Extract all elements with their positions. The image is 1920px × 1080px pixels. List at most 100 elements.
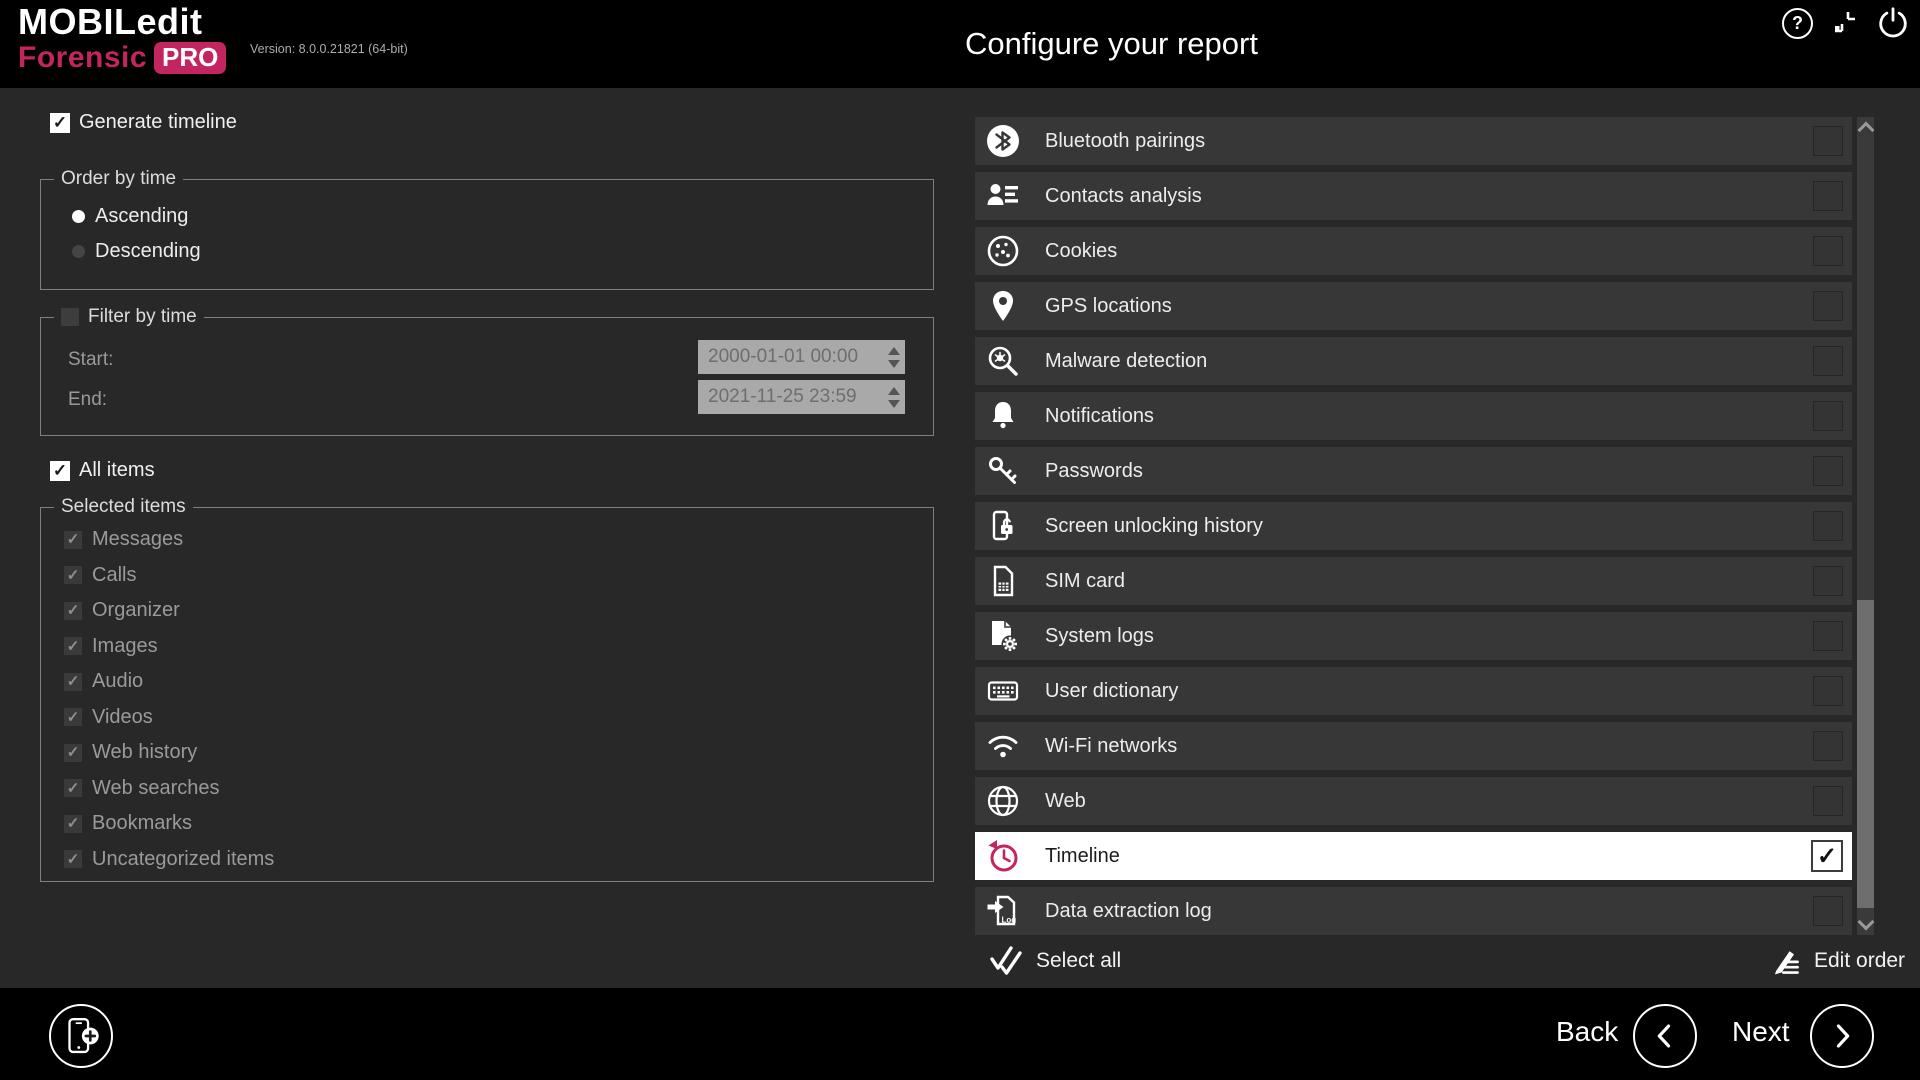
selected-item-bookmarks[interactable]: ✓Bookmarks: [64, 812, 192, 835]
radio-descending-dot[interactable]: [72, 245, 85, 258]
report-item-checkbox[interactable]: [1813, 126, 1843, 156]
resize-window-button[interactable]: [1830, 10, 1860, 45]
scrollbar-thumb[interactable]: [1857, 600, 1874, 908]
edit-order-button[interactable]: Edit order: [1770, 945, 1905, 977]
back-label[interactable]: Back: [1556, 1016, 1618, 1048]
report-item-checkbox[interactable]: ✓: [1811, 840, 1843, 872]
report-item-malware-detection[interactable]: Malware detection: [975, 337, 1852, 385]
report-item-web[interactable]: Web: [975, 777, 1852, 825]
report-item-user-dictionary[interactable]: User dictionary: [975, 667, 1852, 715]
help-icon: ?: [1792, 13, 1803, 34]
next-button[interactable]: [1810, 1004, 1874, 1068]
report-item-label: Contacts analysis: [1045, 185, 1202, 208]
report-item-wi-fi-networks[interactable]: Wi-Fi networks: [975, 722, 1852, 770]
radio-descending-label: Descending: [95, 240, 201, 263]
report-item-label: Malware detection: [1045, 350, 1207, 373]
report-item-checkbox[interactable]: [1813, 346, 1843, 376]
report-item-checkbox[interactable]: [1813, 236, 1843, 266]
report-item-data-extraction-log[interactable]: LogData extraction log: [975, 887, 1852, 935]
report-item-checkbox[interactable]: [1813, 896, 1843, 926]
logo-pro-badge: PRO: [154, 42, 226, 74]
selected-item-images[interactable]: ✓Images: [64, 635, 158, 658]
end-datetime-spinner[interactable]: [883, 387, 905, 408]
filter-by-time-checkbox[interactable]: [61, 308, 79, 326]
radio-ascending-dot[interactable]: [72, 210, 85, 223]
footer-bar: Back Next: [0, 988, 1920, 1080]
generate-timeline-checkbox-row[interactable]: ✓ Generate timeline: [50, 111, 237, 134]
selected-item-checkbox[interactable]: ✓: [64, 744, 82, 762]
radio-descending[interactable]: Descending: [72, 240, 201, 263]
help-button[interactable]: ?: [1782, 8, 1813, 39]
report-item-checkbox[interactable]: [1813, 511, 1843, 541]
selected-item-checkbox[interactable]: ✓: [64, 637, 82, 655]
scroll-up-icon[interactable]: [1857, 122, 1874, 139]
report-item-checkbox[interactable]: [1813, 401, 1843, 431]
selected-item-web-searches[interactable]: ✓Web searches: [64, 777, 219, 800]
selected-item-organizer[interactable]: ✓Organizer: [64, 599, 180, 622]
selected-item-checkbox[interactable]: ✓: [64, 673, 82, 691]
report-item-screen-unlocking-history[interactable]: Screen unlocking history: [975, 502, 1852, 550]
report-item-notifications[interactable]: Notifications: [975, 392, 1852, 440]
report-item-label: Passwords: [1045, 460, 1143, 483]
report-item-label: User dictionary: [1045, 680, 1178, 703]
spinner-up-icon[interactable]: [888, 347, 900, 355]
report-item-timeline[interactable]: Timeline ✓: [975, 832, 1852, 880]
selected-item-checkbox[interactable]: ✓: [64, 850, 82, 868]
all-items-checkbox[interactable]: ✓: [50, 461, 70, 481]
report-list-scrollbar[interactable]: [1857, 117, 1874, 935]
selected-item-checkbox[interactable]: ✓: [64, 815, 82, 833]
all-items-checkbox-row[interactable]: ✓ All items: [50, 459, 155, 482]
selected-item-checkbox[interactable]: ✓: [64, 566, 82, 584]
selected-item-checkbox[interactable]: ✓: [64, 708, 82, 726]
report-item-checkbox[interactable]: [1813, 786, 1843, 816]
selected-item-web-history[interactable]: ✓ Web history: [64, 741, 197, 764]
notifications-icon: [985, 398, 1021, 434]
spinner-up-icon[interactable]: [888, 387, 900, 395]
add-device-button[interactable]: [49, 1004, 113, 1068]
report-item-bluetooth-pairings[interactable]: Bluetooth pairings: [975, 117, 1852, 165]
report-item-checkbox[interactable]: [1813, 731, 1843, 761]
report-item-checkbox[interactable]: [1813, 181, 1843, 211]
selected-item-label: Uncategorized items: [92, 848, 274, 871]
report-item-checkbox[interactable]: [1813, 291, 1843, 321]
selected-item-calls[interactable]: ✓Calls: [64, 564, 136, 587]
start-datetime-spinner[interactable]: [883, 347, 905, 368]
power-button[interactable]: [1876, 6, 1910, 45]
spinner-down-icon[interactable]: [888, 400, 900, 408]
selected-item-messages[interactable]: ✓Messages: [64, 528, 183, 551]
report-item-sim-card[interactable]: SIM card: [975, 557, 1852, 605]
spinner-down-icon[interactable]: [888, 360, 900, 368]
report-item-label: Data extraction log: [1045, 900, 1212, 923]
selected-item-videos[interactable]: ✓Videos: [64, 706, 153, 729]
report-item-system-logs[interactable]: System logs: [975, 612, 1852, 660]
selected-items-legend: Selected items: [54, 496, 193, 518]
next-label[interactable]: Next: [1732, 1016, 1790, 1048]
report-item-cookies[interactable]: Cookies: [975, 227, 1852, 275]
selected-item-checkbox[interactable]: ✓: [64, 602, 82, 620]
selected-item-checkbox[interactable]: ✓: [64, 779, 82, 797]
report-item-checkbox[interactable]: [1813, 621, 1843, 651]
report-item-label: Timeline: [1045, 845, 1120, 868]
report-item-checkbox[interactable]: [1813, 456, 1843, 486]
selected-item-audio[interactable]: ✓Audio: [64, 670, 143, 693]
radio-ascending-label: Ascending: [95, 205, 188, 228]
select-all-icon: [988, 943, 1024, 979]
report-item-passwords[interactable]: Passwords: [975, 447, 1852, 495]
radio-ascending[interactable]: Ascending: [72, 205, 188, 228]
scroll-down-icon[interactable]: [1857, 914, 1874, 931]
selected-item-checkbox[interactable]: ✓: [64, 531, 82, 549]
report-item-contacts-analysis[interactable]: Contacts analysis: [975, 172, 1852, 220]
report-item-checkbox[interactable]: [1813, 676, 1843, 706]
start-datetime-input[interactable]: 2000-01-01 00:00: [698, 340, 905, 374]
selected-item-label: Web history: [92, 741, 197, 764]
select-all-button[interactable]: Select all: [988, 943, 1121, 979]
generate-timeline-checkbox[interactable]: ✓: [50, 113, 70, 133]
report-item-label: GPS locations: [1045, 295, 1172, 318]
cookies-icon: [985, 233, 1021, 269]
end-datetime-input[interactable]: 2021-11-25 23:59: [698, 380, 905, 414]
report-item-checkbox[interactable]: [1813, 566, 1843, 596]
back-button[interactable]: [1633, 1004, 1697, 1068]
report-item-gps-locations[interactable]: GPS locations: [975, 282, 1852, 330]
selected-item-uncategorized-items[interactable]: ✓ Uncategorized items: [64, 848, 274, 871]
start-label: Start:: [68, 349, 113, 371]
